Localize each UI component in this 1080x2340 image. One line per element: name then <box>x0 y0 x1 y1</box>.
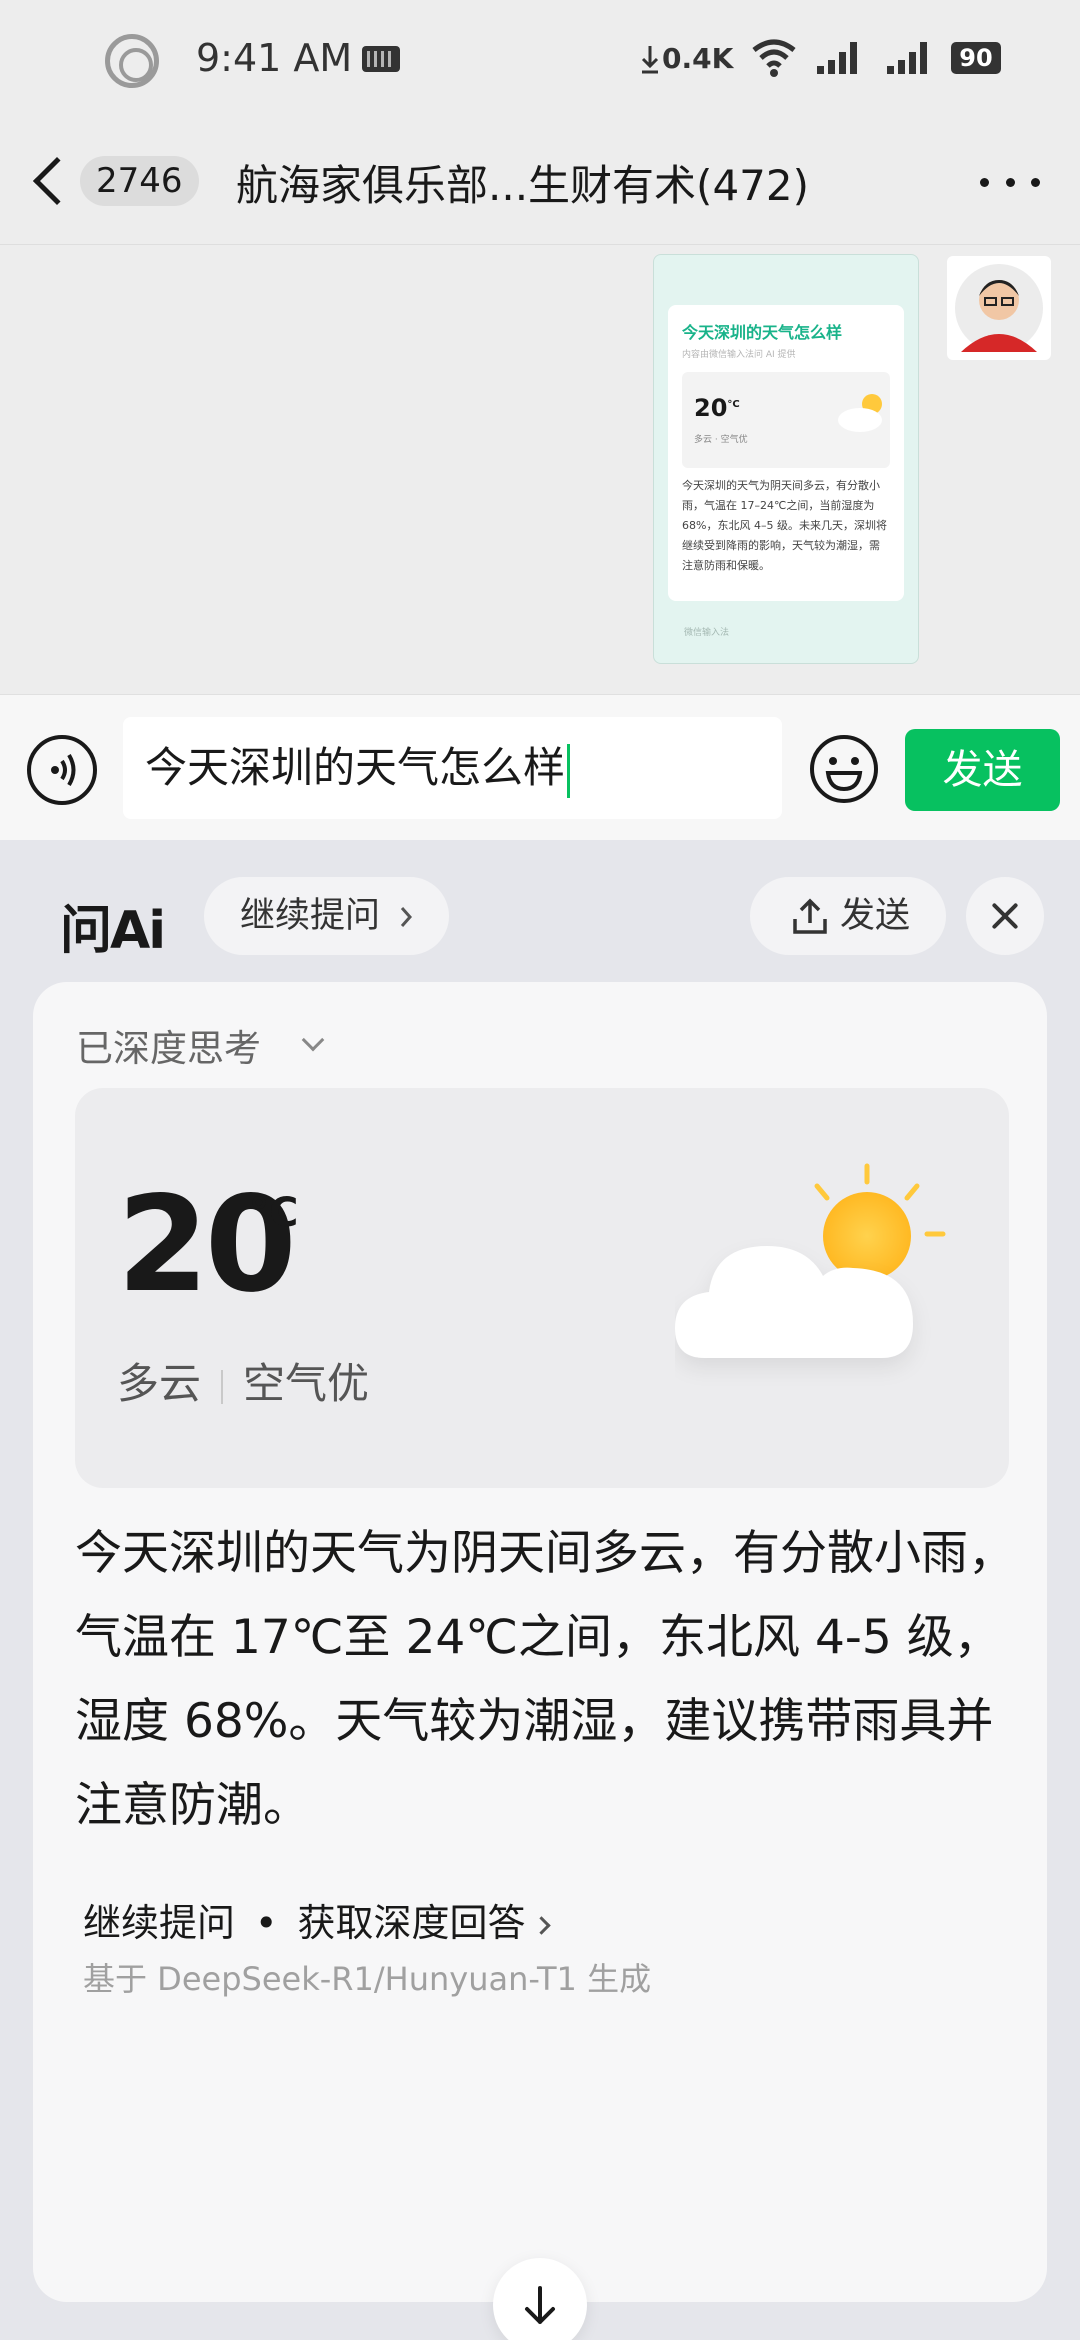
voice-waves <box>51 753 76 787</box>
close-icon[interactable] <box>966 877 1044 955</box>
continue-ask-button[interactable]: 继续提问 <box>204 877 450 955</box>
arrow-down-icon <box>525 2286 555 2324</box>
status-bar: 9:41 AM 0.4K 90 <box>0 0 1080 120</box>
cloud-sun-icon <box>675 1163 946 1358</box>
signal-icon-2 <box>887 42 927 74</box>
share-button[interactable]: 发送 <box>750 877 947 955</box>
answer-text: 今天深圳的天气为阴天间多云，有分散小雨，气温在 17℃至 24℃之间，东北风 4… <box>75 1526 1015 1833</box>
image-message[interactable]: 今天深圳的天气怎么样 内容由微信输入法问 AI 提供 20°C 多云 · 空气优… <box>653 254 919 664</box>
continue-ask-label: 继续提问 <box>240 896 381 936</box>
followup-continue[interactable]: 继续提问 <box>83 1901 235 1945</box>
unread-badge[interactable]: 2746 <box>80 156 199 206</box>
image-message-condition: 多云 · 空气优 <box>694 435 748 445</box>
condition-row: 多云 空气优 <box>117 1350 369 1411</box>
chevron-right-icon <box>401 907 413 927</box>
keyboard-icon <box>362 46 400 72</box>
condition-separator <box>221 1369 224 1404</box>
scroll-down-button[interactable] <box>493 2258 587 2340</box>
weather-condition: 多云 <box>117 1359 202 1408</box>
emoji-icon[interactable] <box>808 733 880 805</box>
ai-logo: 问Ai <box>60 901 166 961</box>
image-message-subtitle: 内容由微信输入法问 AI 提供 <box>682 350 796 360</box>
image-message-body: 今天深圳的天气为阴天间多云，有分散小雨，气温在 17–24℃之间，当前湿度为 6… <box>682 479 887 572</box>
answer-card: 已深度思考 20 °C 多云 空气优 今天深圳的天气为阴天间多云，有分散小雨，气… <box>33 982 1047 2340</box>
net-speed: 0.4K <box>662 42 734 75</box>
send-button[interactable]: 发送 <box>905 729 1060 811</box>
avatar-image <box>955 264 1043 352</box>
followup-row[interactable]: 继续提问 • 获取深度回答 <box>83 1892 552 1947</box>
temperature-unit: °C <box>249 1190 299 1236</box>
message-input[interactable]: 今天深圳的天气怎么样 <box>123 717 782 819</box>
image-message-weather: 20°C 多云 · 空气优 <box>682 372 890 468</box>
input-bar: 今天深圳的天气怎么样 发送 <box>0 694 1080 840</box>
avatar[interactable] <box>947 256 1051 360</box>
air-quality: 空气优 <box>243 1359 370 1408</box>
image-message-temp: 20°C <box>694 394 740 422</box>
more-icon[interactable] <box>980 174 1040 190</box>
ai-panel: 问Ai 继续提问 发送 已深度思考 20 °C 多云 空气优 今天深圳的天气为阴… <box>0 840 1080 2340</box>
image-message-card: 今天深圳的天气怎么样 内容由微信输入法问 AI 提供 20°C 多云 · 空气优… <box>668 305 904 601</box>
chat-area: 今天深圳的天气怎么样 内容由微信输入法问 AI 提供 20°C 多云 · 空气优… <box>0 246 1080 694</box>
image-message-title: 今天深圳的天气怎么样 <box>682 323 843 342</box>
chevron-right-icon <box>532 1916 552 1935</box>
signal-icon <box>817 42 857 74</box>
download-icon <box>641 46 659 74</box>
status-time: 9:41 AM <box>196 36 353 80</box>
share-label: 发送 <box>840 896 911 936</box>
chevron-down-icon[interactable] <box>301 1028 325 1052</box>
thinking-label[interactable]: 已深度思考 <box>76 1018 261 1072</box>
status-ring-icon <box>105 34 159 88</box>
battery-icon: 90 <box>951 42 1001 74</box>
back-icon[interactable] <box>32 156 82 206</box>
cloud-sun-icon <box>838 394 882 432</box>
chat-title[interactable]: 航海家俱乐部...生财有术(472) <box>236 152 809 213</box>
wifi-icon <box>752 39 796 77</box>
followup-dot: • <box>255 1901 278 1945</box>
voice-icon[interactable] <box>27 735 97 805</box>
share-icon <box>793 898 827 934</box>
weather-card: 20 °C 多云 空气优 <box>75 1088 1009 1488</box>
followup-deep-answer[interactable]: 获取深度回答 <box>297 1901 525 1945</box>
text-caret <box>567 743 571 798</box>
chat-header: 2746 航海家俱乐部...生财有术(472) <box>0 120 1080 245</box>
model-note: 基于 DeepSeek-R1/Hunyuan-T1 生成 <box>83 1960 652 1998</box>
message-input-text: 今天深圳的天气怎么样 <box>145 743 566 792</box>
image-message-footer: 微信输入法 <box>684 628 730 638</box>
